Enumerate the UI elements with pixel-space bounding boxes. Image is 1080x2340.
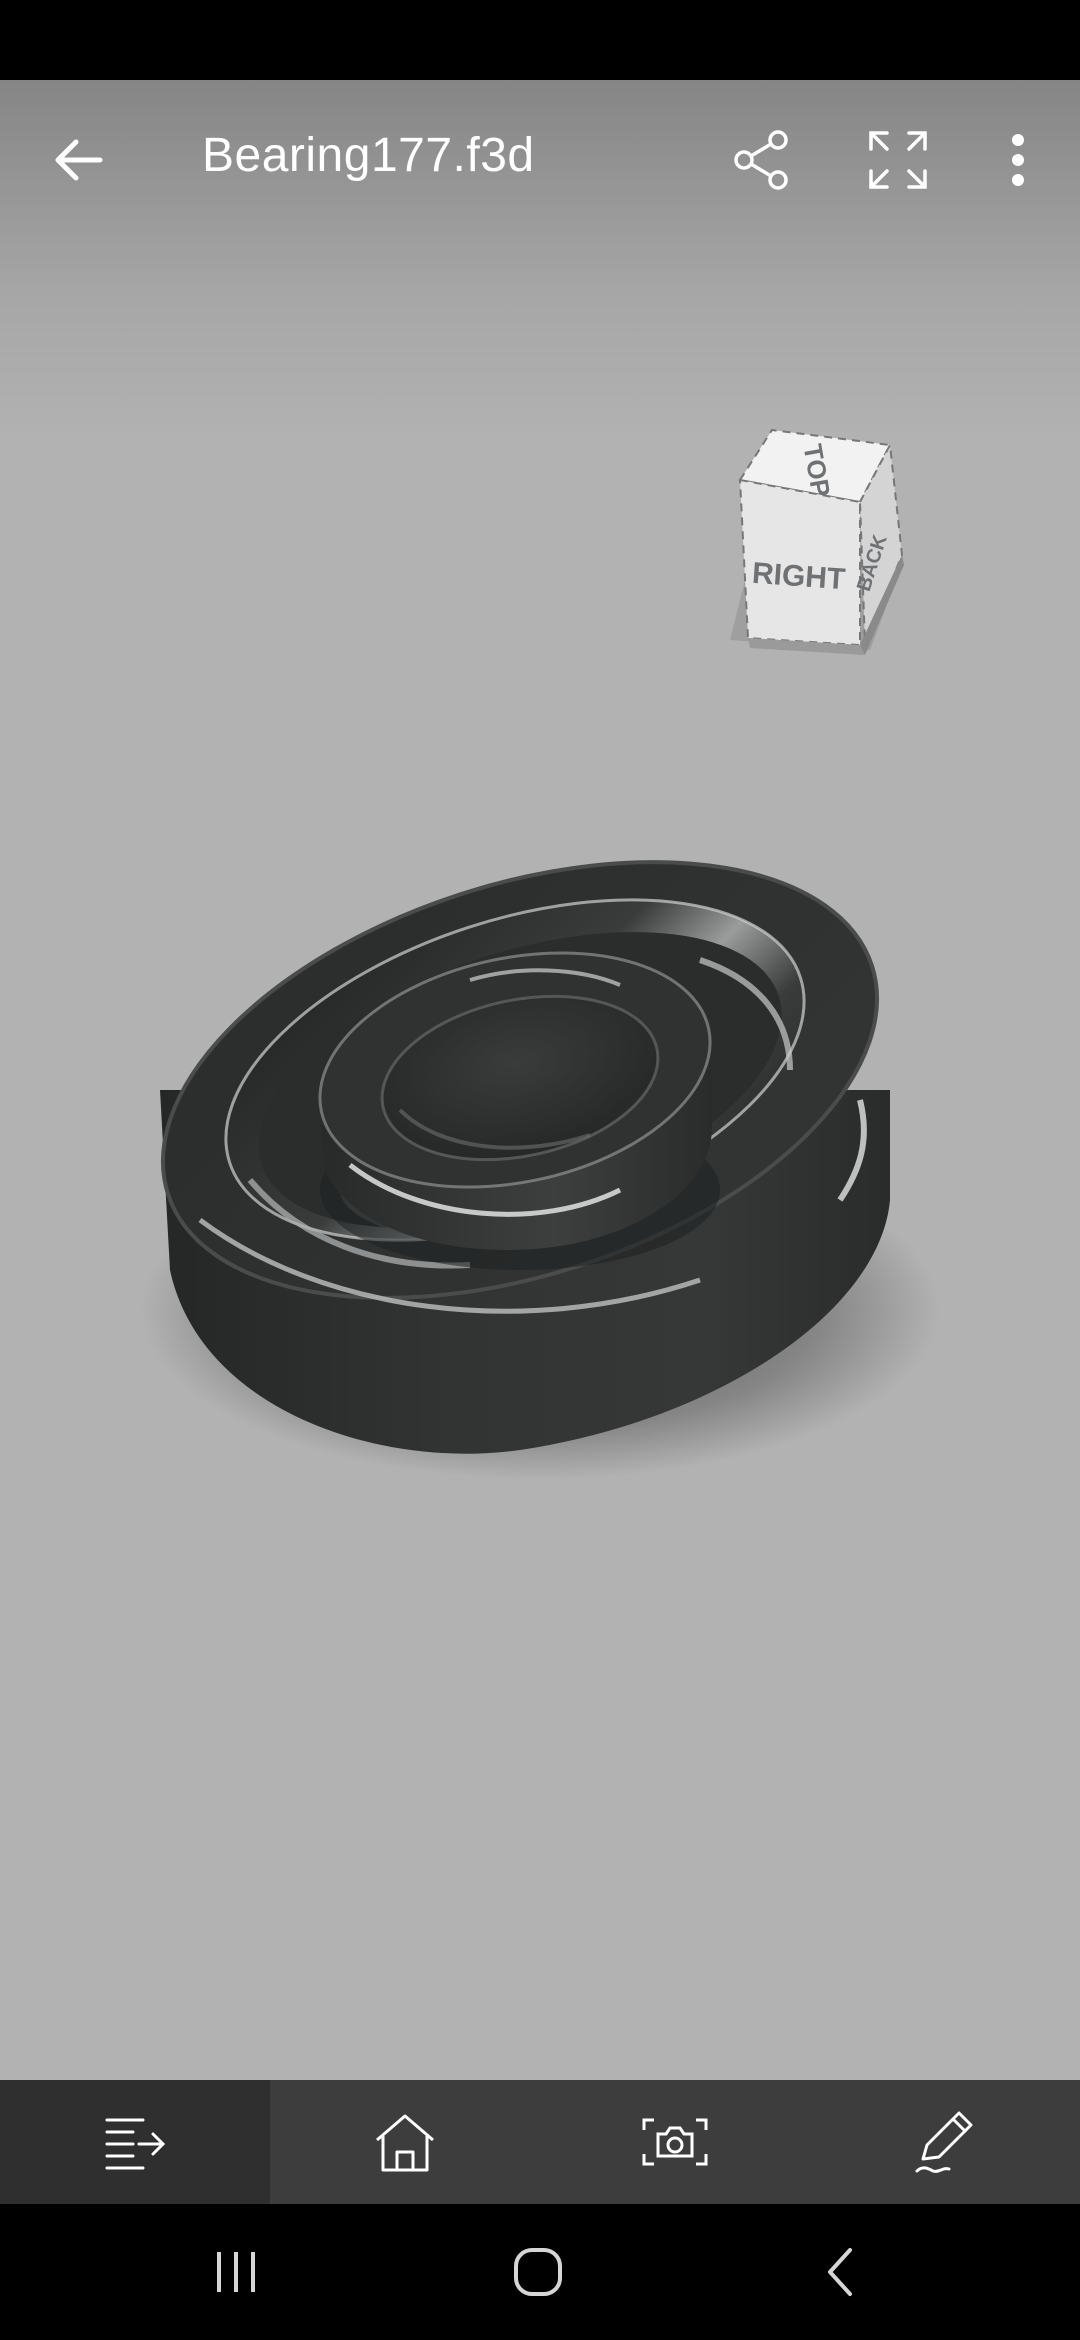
more-options-button[interactable] <box>968 110 1068 210</box>
3d-viewport[interactable]: TOP RIGHT BACK <box>0 80 1080 2080</box>
arrow-left-icon <box>55 139 103 181</box>
back-chevron-icon <box>828 2248 852 2296</box>
camera-icon <box>642 2118 708 2166</box>
file-title: Bearing177.f3d <box>202 129 535 182</box>
status-bar <box>0 0 1080 80</box>
system-nav-bar <box>0 2204 1080 2340</box>
markup-button[interactable] <box>810 2080 1080 2204</box>
system-home-button[interactable] <box>488 2224 588 2320</box>
snapshot-button[interactable] <box>540 2080 810 2204</box>
fullscreen-button[interactable] <box>848 110 948 210</box>
browser-list-icon <box>105 2118 166 2170</box>
back-button[interactable] <box>28 110 128 210</box>
home-icon <box>376 2114 434 2172</box>
more-vertical-icon <box>1012 134 1024 186</box>
share-icon <box>734 130 788 190</box>
view-cube[interactable]: TOP RIGHT BACK <box>690 410 930 670</box>
recents-icon <box>217 2252 255 2292</box>
share-button[interactable] <box>712 110 812 210</box>
pencil-markup-icon <box>915 2111 973 2173</box>
system-back-button[interactable] <box>790 2224 890 2320</box>
viewcube-right-label[interactable]: RIGHT <box>751 557 846 596</box>
bottom-toolbar <box>0 2080 1080 2204</box>
bearing-3d-model[interactable] <box>0 80 1080 2080</box>
fullscreen-icon <box>869 131 927 189</box>
app-bar: Bearing177.f3d <box>0 80 1080 240</box>
browser-tool-button[interactable] <box>0 2080 270 2204</box>
home-circle-icon <box>514 2248 562 2296</box>
home-view-button[interactable] <box>270 2080 540 2204</box>
recents-button[interactable] <box>186 2224 286 2320</box>
